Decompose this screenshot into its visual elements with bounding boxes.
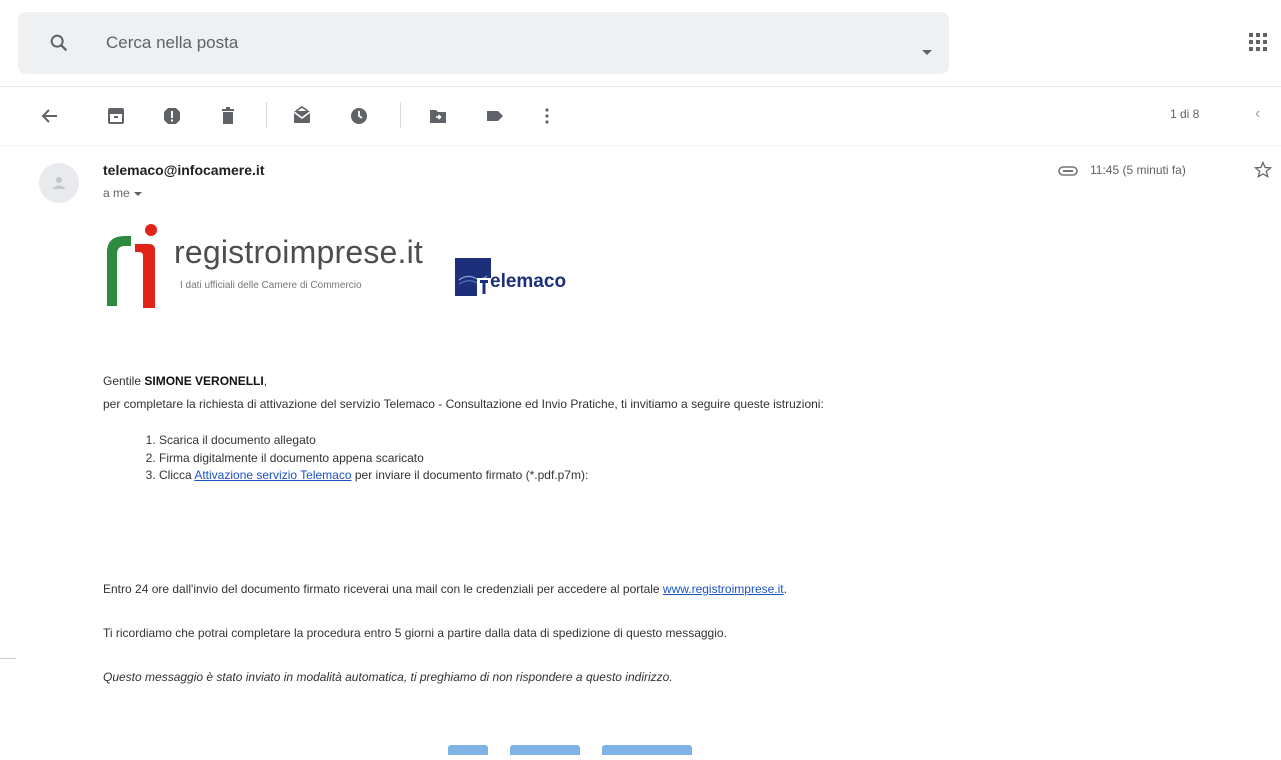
chevron-down-icon[interactable]: [133, 191, 142, 196]
archive-icon[interactable]: [106, 106, 126, 126]
list-item: Clicca Attivazione servizio Telemaco per…: [159, 468, 588, 486]
recipient-name: SIMONE VERONELLI: [144, 374, 264, 388]
activation-link[interactable]: Attivazione servizio Telemaco: [194, 468, 351, 482]
toolbar-divider: [0, 145, 1281, 146]
header-divider: [0, 86, 1281, 87]
cropped-footer-graphic: [448, 742, 738, 755]
chevron-left-icon[interactable]: ‹: [1255, 105, 1260, 123]
search-icon[interactable]: [48, 32, 70, 54]
step3-suffix: per inviare il documento firmato (*.pdf.…: [351, 468, 589, 482]
greeting-prefix: Gentile: [103, 374, 145, 388]
telemaco-wordmark: elemaco: [490, 271, 567, 292]
telemaco-logo: [455, 258, 491, 296]
portal-link[interactable]: www.registroimprese.it: [663, 582, 784, 596]
arrow-back-icon[interactable]: [40, 106, 60, 126]
intro-text: per completare la richiesta di attivazio…: [103, 397, 824, 411]
auto-message-notice: Questo messaggio è stato inviato in moda…: [103, 670, 673, 684]
left-edge-marker: [0, 658, 16, 659]
sender-address[interactable]: telemaco@infocamere.it: [103, 162, 265, 178]
apps-grid-icon[interactable]: [1249, 33, 1267, 51]
registroimprese-logo: [107, 224, 157, 308]
move-to-folder-icon[interactable]: [428, 106, 448, 126]
pagination-count: 1 di 8: [1170, 107, 1200, 121]
search-input[interactable]: [106, 30, 866, 56]
report-spam-icon[interactable]: [162, 106, 182, 126]
toolbar-separator: [400, 102, 401, 128]
star-icon[interactable]: [1253, 160, 1273, 180]
greeting: Gentile SIMONE VERONELLI,: [103, 374, 267, 388]
avatar[interactable]: [39, 163, 79, 203]
registroimprese-tagline: I dati ufficiali delle Camere di Commerc…: [180, 280, 362, 291]
recipient-details[interactable]: a me: [103, 186, 142, 200]
registroimprese-wordmark: registroimprese.it: [174, 234, 424, 270]
credentials-text: Entro 24 ore dall'invio del documento fi…: [103, 582, 663, 596]
instructions-list: Scarica il documento allegato Firma digi…: [127, 433, 588, 486]
credentials-suffix: .: [783, 582, 787, 596]
label-icon[interactable]: [485, 106, 505, 126]
list-item: Firma digitalmente il documento appena s…: [159, 451, 588, 469]
trash-icon[interactable]: [218, 106, 238, 126]
mark-unread-icon[interactable]: [292, 106, 312, 126]
clock-icon[interactable]: [349, 106, 369, 126]
attachment-icon: [1058, 166, 1078, 176]
credentials-paragraph: Entro 24 ore dall'invio del documento fi…: [103, 582, 787, 596]
search-bar[interactable]: [18, 12, 949, 74]
more-vert-icon[interactable]: [537, 106, 557, 126]
message-time: 11:45 (5 minuti fa): [1090, 163, 1186, 177]
step3-prefix: Clicca: [159, 468, 195, 482]
person-icon: [53, 177, 65, 189]
reminder-paragraph: Ti ricordiamo che potrai completare la p…: [103, 626, 727, 640]
list-item: Scarica il documento allegato: [159, 433, 588, 451]
recipient-label: a me: [103, 186, 130, 200]
greeting-suffix: ,: [263, 374, 268, 388]
search-options-dropdown-icon[interactable]: [922, 50, 932, 55]
toolbar-separator: [266, 102, 267, 128]
